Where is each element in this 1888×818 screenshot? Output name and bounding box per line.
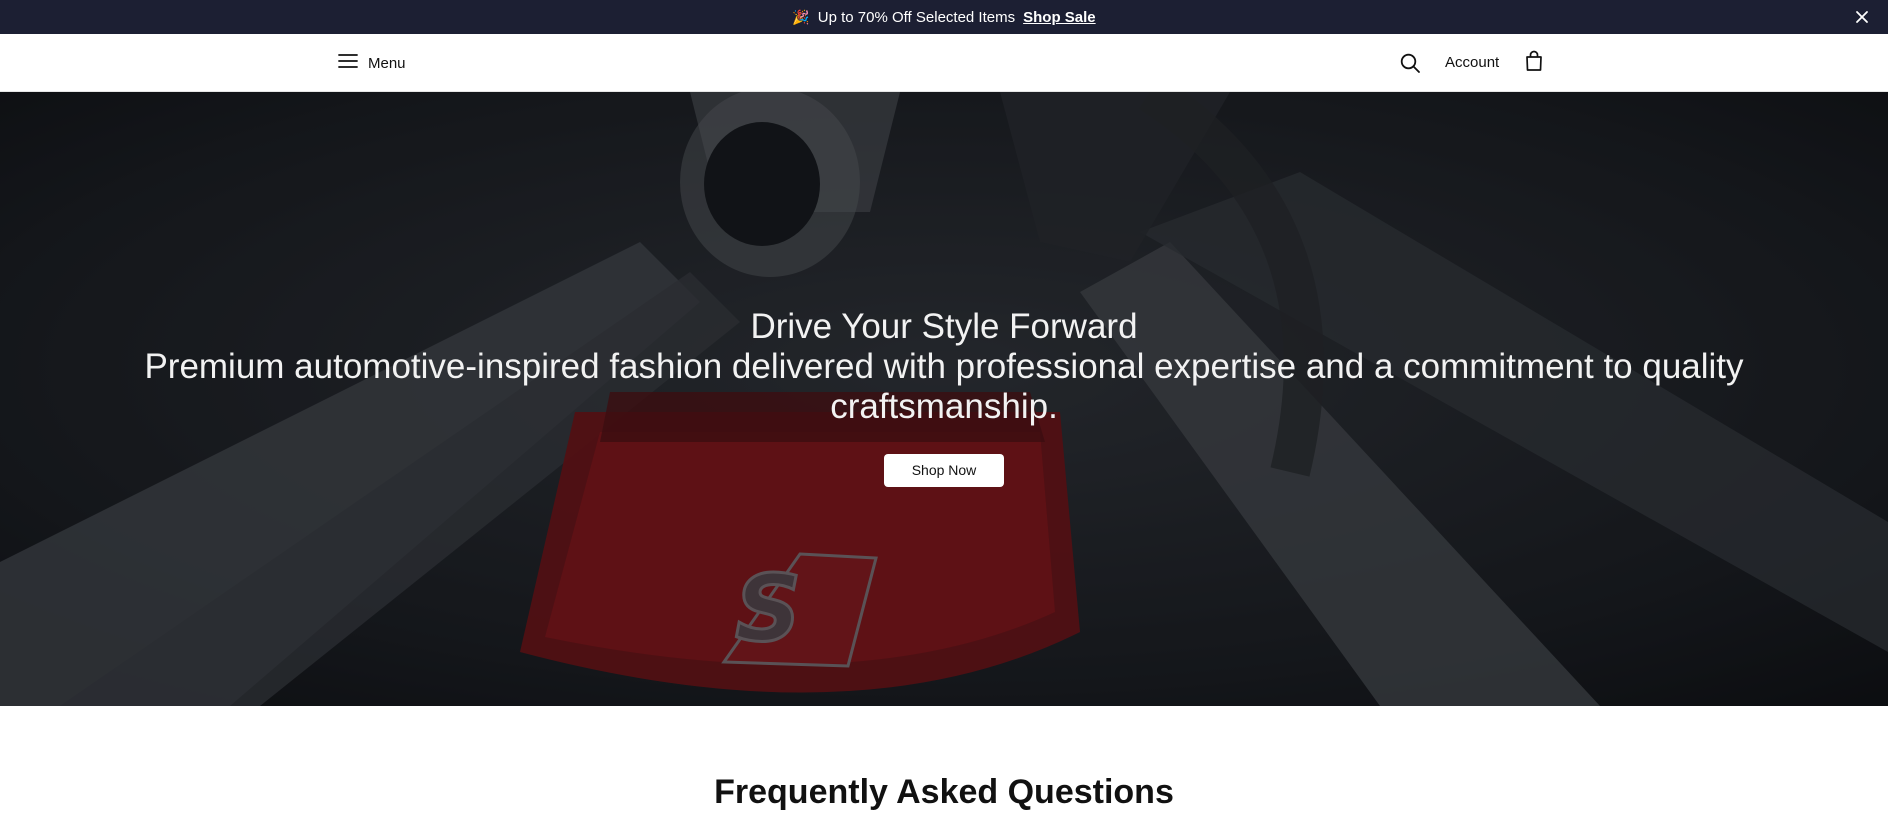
menu-button[interactable]: Menu [338,51,406,75]
announcement-message: Up to 70% Off Selected Items [817,8,1016,26]
search-icon[interactable] [1399,52,1421,74]
account-link[interactable]: Account [1445,54,1499,71]
bag-icon[interactable] [1524,50,1544,72]
menu-icon [338,52,358,75]
announcement-bar: 🎉 Up to 70% Off Selected Items Shop Sale [0,0,1888,34]
hero-subtitle: Premium automotive-inspired fashion deli… [144,347,1744,426]
shop-now-button[interactable]: Shop Now [884,454,1004,487]
site-header: Menu Account [0,34,1888,92]
menu-label: Menu [368,54,406,72]
party-popper-icon: 🎉 [792,8,810,25]
hero-title: Drive Your Style Forward [750,307,1138,346]
close-icon[interactable] [1852,7,1872,27]
faq-title: Frequently Asked Questions [714,773,1174,811]
hero-banner: S Drive Your Style Forward Premium autom… [0,92,1888,706]
shop-sale-link[interactable]: Shop Sale [1023,9,1096,26]
hero-content: Drive Your Style Forward Premium automot… [0,307,1888,487]
